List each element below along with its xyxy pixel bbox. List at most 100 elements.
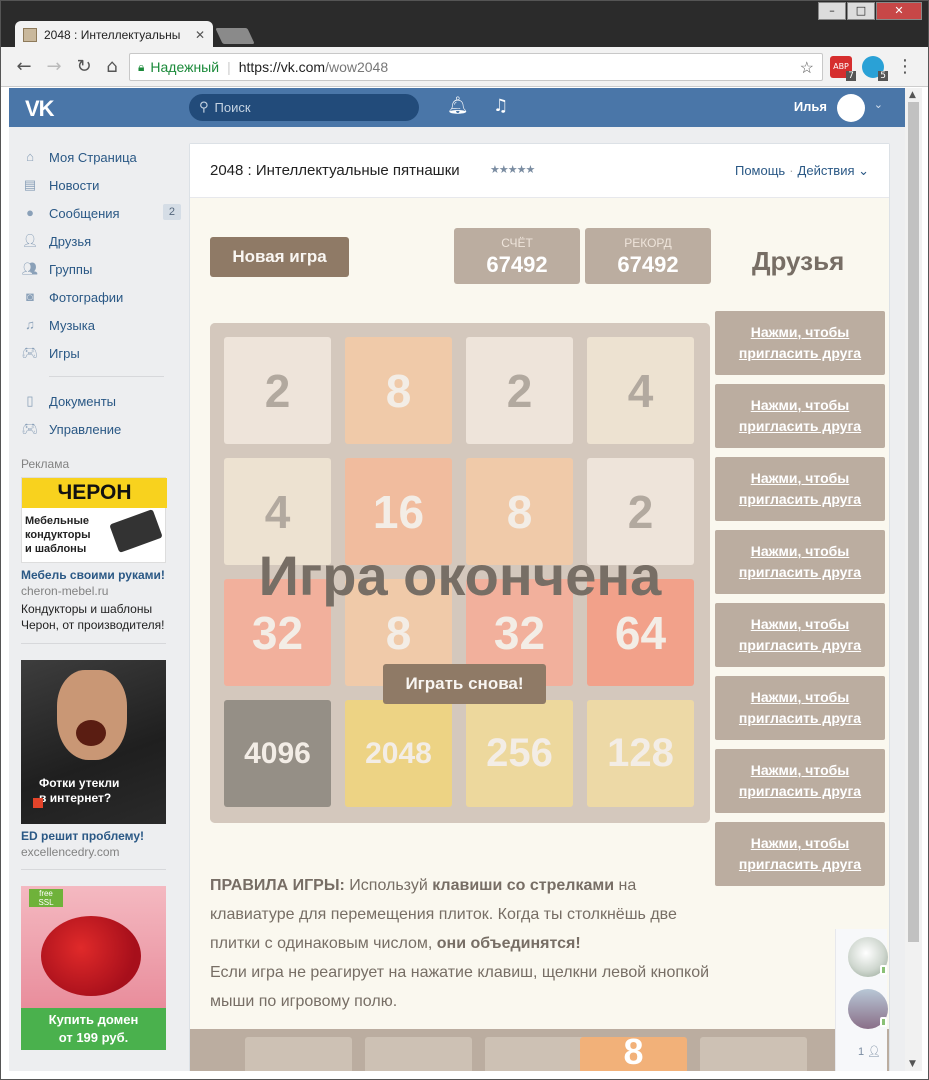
ad-banner-text: Мебельные кондукторы и шаблоны	[25, 515, 91, 555]
ghost-extension-icon[interactable]: 5	[862, 56, 888, 81]
invite-friend-button[interactable]: Нажми, чтобы пригласить друга	[715, 311, 885, 375]
home-icon[interactable]: ⌂	[101, 56, 123, 78]
scroll-down-icon[interactable]: ▼	[909, 1059, 916, 1069]
invite-friend-button[interactable]: Нажми, чтобы пригласить друга	[715, 457, 885, 521]
forward-arrow-icon[interactable]: →	[43, 56, 65, 78]
vk-search[interactable]: ⚲	[189, 94, 419, 121]
rules-bold: клавиши со стрелками	[432, 877, 615, 894]
vk-logo[interactable]: VK	[25, 96, 55, 122]
ad-description: Кондукторы и шаблоны Черон, от производи…	[21, 602, 165, 632]
favicon-icon	[23, 27, 37, 42]
nav-label: Игры	[49, 345, 80, 361]
ad-image[interactable]: Фотки утекли в интернет?	[21, 660, 166, 824]
user-avatar[interactable]	[837, 94, 865, 122]
invite-friend-button[interactable]: Нажми, чтобы пригласить друга	[715, 603, 885, 667]
page-content: ⌂ Моя Страница ▤ Новости ● Сообщения 2 👤︎ Дру…	[9, 127, 905, 1071]
reload-icon[interactable]: ↻	[73, 56, 95, 78]
adblock-extension-icon[interactable]: ABP 7	[830, 56, 856, 81]
search-input[interactable]	[214, 100, 395, 115]
nav-label: Сообщения	[49, 205, 120, 221]
nav-item-photos[interactable]: ◙ Фотографии	[21, 283, 171, 311]
game-board[interactable]: 282441682328326440962048256128 Игра окон…	[210, 323, 710, 823]
browser-tab[interactable]: 2048 : Интеллектуальны ✕	[15, 21, 213, 48]
nav-item-messages[interactable]: ● Сообщения 2	[21, 199, 181, 227]
rules-text: Если игра не реагирует на нажатие клавиш…	[210, 964, 710, 1010]
messages-count-badge: 2	[162, 204, 181, 220]
ad-title[interactable]: ED решит проблему!	[21, 829, 166, 843]
ad-cheron[interactable]: ЧЕРОН Мебельные кондукторы и шаблоны Мебел…	[21, 477, 167, 633]
nav-divider	[49, 376, 164, 377]
ad-image[interactable]: free SSL Купить домен от 199 руб.	[21, 886, 166, 1050]
user-name[interactable]: Илья	[794, 99, 827, 114]
rules-text: Используй	[344, 877, 433, 894]
music-note-icon[interactable]: ♫	[493, 96, 508, 116]
bell-icon[interactable]: 🔔︎	[447, 96, 469, 116]
invite-friend-button[interactable]: Нажми, чтобы пригласить друга	[715, 749, 885, 813]
help-link[interactable]: Помощь	[735, 163, 785, 178]
bookmark-star-icon[interactable]: ☆	[800, 58, 814, 78]
invite-friend-button[interactable]: Нажми, чтобы пригласить друга	[715, 384, 885, 448]
ad-image[interactable]: ЧЕРОН Мебельные кондукторы и шаблоны	[21, 477, 167, 563]
preview-tile: 8	[580, 1034, 687, 1071]
back-arrow-icon[interactable]: ←	[13, 56, 35, 78]
nav-label: Группы	[49, 261, 93, 277]
nav-item-music[interactable]: ♫ Музыка	[21, 311, 171, 339]
game-rules: ПРАВИЛА ИГРЫ: Используй клавиши со стрел…	[210, 871, 710, 1016]
best-box: РЕКОРД 67492	[585, 228, 711, 284]
scroll-up-icon[interactable]: ▲	[909, 90, 916, 100]
ad-divider	[21, 869, 166, 870]
ad-title[interactable]: Мебель своими руками!	[21, 568, 166, 582]
new-tab-button[interactable]	[215, 28, 255, 44]
page-scrollbar[interactable]: ▲ ▼	[905, 88, 922, 1071]
nav-item-manage[interactable]: 🎮︎ Управление	[21, 415, 171, 443]
score-value: 67492	[486, 252, 548, 277]
nav-item-games[interactable]: 🎮︎ Игры	[21, 339, 171, 367]
browser-menu-icon[interactable]: ⋮	[896, 56, 914, 77]
address-separator: |	[227, 59, 231, 75]
nav-item-groups[interactable]: 👥︎ Группы	[21, 255, 171, 283]
adblock-badge: 7	[846, 71, 856, 81]
minimize-button[interactable]: –	[818, 2, 846, 20]
documents-icon: ▯	[26, 393, 34, 408]
friends-heading: Друзья	[752, 246, 845, 276]
bottom-board-preview: 8	[190, 1029, 889, 1071]
ad-domain[interactable]: free SSL Купить домен от 199 руб.	[21, 886, 166, 1050]
address-bar[interactable]: 🔒︎ Надежный | https://vk.com /wow2048 ☆	[129, 53, 823, 81]
maximize-button[interactable]: □	[847, 2, 875, 20]
ad-excellencedry[interactable]: Фотки утекли в интернет? ED решит проблем…	[21, 660, 166, 859]
ad-ssl-badge: free SSL	[29, 889, 63, 907]
preview-tile	[485, 1037, 592, 1071]
invite-friend-button[interactable]: Нажми, чтобы пригласить друга	[715, 822, 885, 886]
chevron-down-icon[interactable]: ⌄	[874, 98, 883, 111]
ad-divider	[21, 643, 166, 644]
invite-friend-button[interactable]: Нажми, чтобы пригласить друга	[715, 676, 885, 740]
best-value: 67492	[617, 252, 679, 277]
new-game-button[interactable]: Новая игра	[210, 237, 349, 277]
score-box: СЧЁТ 67492	[454, 228, 580, 284]
close-window-button[interactable]: ✕	[876, 2, 922, 20]
games-icon: 🎮︎	[21, 345, 39, 360]
url-path: /wow2048	[325, 59, 389, 75]
nav-label: Документы	[49, 393, 117, 409]
nav-item-documents[interactable]: ▯ Документы	[21, 387, 171, 415]
invite-friend-button[interactable]: Нажми, чтобы пригласить друга	[715, 530, 885, 594]
ad-brand: ЧЕРОН	[22, 478, 167, 508]
preview-tile	[365, 1037, 472, 1071]
ads-label: Реклама	[21, 457, 70, 471]
ad-berries-graphic	[41, 916, 141, 996]
scrollbar-thumb[interactable]	[908, 102, 919, 942]
messages-icon: ●	[26, 205, 34, 220]
tab-close-icon[interactable]: ✕	[195, 28, 205, 42]
online-indicator-icon	[880, 1017, 887, 1027]
rating-stars-icon: ★★★★★	[490, 163, 535, 176]
nav-item-my-page[interactable]: ⌂ Моя Страница	[21, 143, 171, 171]
nav-label: Друзья	[49, 233, 92, 249]
actions-link[interactable]: Действия ⌄	[798, 163, 869, 178]
game-over-text: Игра окончена	[258, 544, 662, 607]
nav-item-news[interactable]: ▤ Новости	[21, 171, 171, 199]
retry-button[interactable]: Играть снова!	[383, 664, 546, 704]
nav-item-friends[interactable]: 👤︎ Друзья	[21, 227, 171, 255]
ad-cta[interactable]: Купить домен от 199 руб.	[21, 1008, 166, 1050]
app-panel: 2048 : Интеллектуальные пятнашки ★★★★★ П…	[189, 143, 890, 1071]
url-host: https://vk.com	[238, 59, 326, 75]
